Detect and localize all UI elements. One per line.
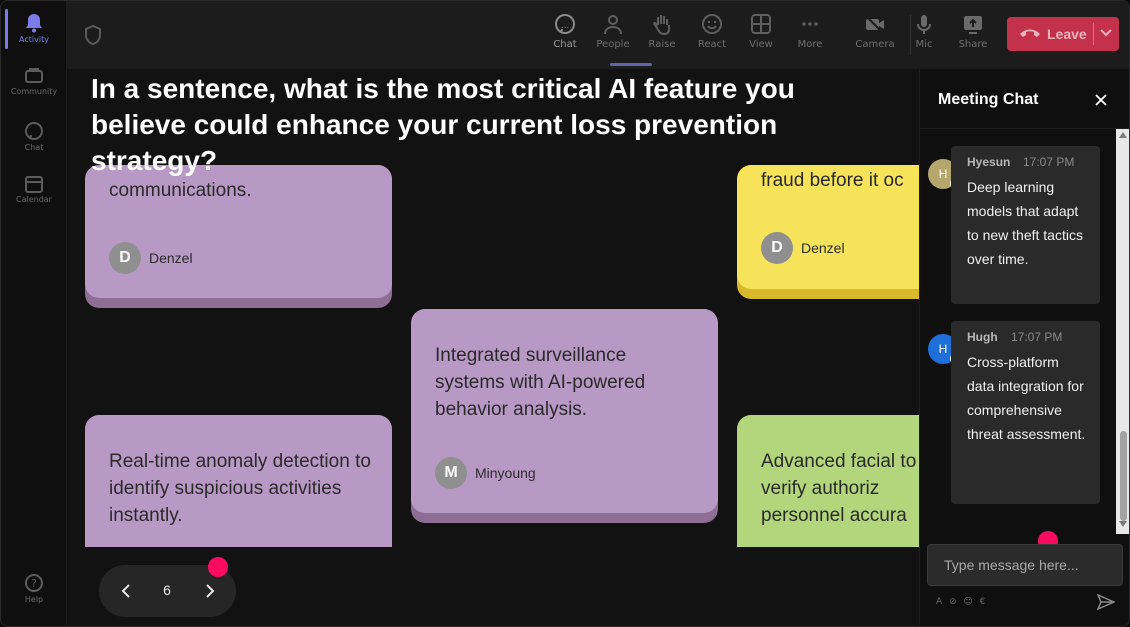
question-title: In a sentence, what is the most critical… (91, 73, 795, 176)
people-label: People (596, 39, 630, 50)
meeting-chat-panel: Meeting Chat H Hyesun 17:07 PM Deep lear… (919, 69, 1129, 626)
app-rail: Activity Community Chat Calendar ? Help (1, 1, 67, 626)
card-text: Advanced facial to verify authoriz perso… (761, 451, 917, 526)
board-stage: In a sentence, what is the most critical… (67, 69, 919, 626)
message-input[interactable] (928, 545, 1124, 585)
rail-label: Community (10, 87, 58, 96)
chat-header: Meeting Chat (920, 69, 1129, 129)
cursor-marker (208, 557, 228, 577)
meeting-toolbar: ... Chat People Raise React View More Ca… (67, 1, 1129, 69)
author-name: Minyoung (475, 465, 536, 481)
scrollbar-thumb[interactable] (1120, 431, 1127, 521)
rail-label: Chat (24, 143, 44, 152)
card-author: D Denzel (761, 232, 845, 264)
chevron-right-icon[interactable] (201, 582, 219, 600)
scroll-down-arrow-icon[interactable] (1119, 521, 1127, 527)
response-card[interactable]: Integrated surveillance systems with AI-… (411, 309, 718, 523)
react-button[interactable]: React (689, 13, 735, 50)
view-button[interactable]: View (738, 13, 784, 50)
avatar: D (761, 232, 793, 264)
chevron-down-icon[interactable] (1099, 28, 1113, 38)
rail-item-chat[interactable]: Chat (1, 121, 67, 152)
people-icon (604, 15, 622, 35)
people-button[interactable]: People (590, 13, 636, 50)
svg-text:?: ? (31, 577, 37, 590)
rail-label: Activity (19, 35, 49, 44)
raise-label: Raise (648, 39, 676, 50)
mic-icon (917, 15, 931, 34)
help-icon: ? (25, 574, 43, 592)
share-button[interactable]: Share (950, 13, 996, 50)
card-text: Real-time anomaly detection to identify … (109, 451, 371, 526)
active-tab-underline (610, 63, 652, 66)
leave-button[interactable]: Leave (1007, 17, 1119, 51)
response-card[interactable]: communications. D Denzel (85, 165, 392, 308)
smiley-icon (702, 14, 722, 34)
raise-hand-button[interactable]: Raise (639, 13, 685, 50)
chat-icon (25, 122, 43, 140)
message-author: Hyesun (967, 155, 1011, 169)
close-icon[interactable] (1094, 93, 1108, 107)
share-screen-icon (964, 16, 982, 34)
mic-button[interactable]: Mic (901, 13, 947, 50)
card-text: Integrated surveillance systems with AI-… (435, 345, 646, 420)
response-card[interactable]: fraud before it oc D Denzel (737, 165, 919, 299)
rail-item-activity[interactable]: Activity (1, 13, 67, 44)
message-time: 17:07 PM (1023, 155, 1075, 169)
chat-icon: ... (555, 14, 575, 34)
message-compose-box (927, 544, 1124, 586)
camera-label: Camera (855, 39, 895, 50)
more-icon (802, 22, 818, 26)
share-label: Share (958, 39, 988, 50)
hang-up-icon (1020, 29, 1040, 37)
card-author: M Minyoung (435, 457, 536, 489)
chat-title: Meeting Chat (938, 91, 1039, 108)
chevron-left-icon[interactable] (117, 582, 135, 600)
message-text: Deep learning models that adapt to new t… (967, 179, 1083, 267)
send-icon[interactable] (1097, 594, 1115, 610)
react-label: React (697, 39, 727, 50)
format-tools[interactable]: A ⊘ ☺ € (936, 597, 987, 607)
grid-icon (751, 14, 771, 34)
camera-button[interactable]: Camera (852, 13, 898, 50)
camera-off-icon (865, 15, 884, 34)
community-icon (25, 68, 43, 83)
message-time: 17:07 PM (1011, 330, 1063, 344)
message-author: Hugh (967, 330, 998, 344)
mic-label: Mic (915, 39, 933, 50)
author-name: Denzel (149, 250, 193, 266)
rail-label: Help (24, 595, 44, 604)
avatar: M (435, 457, 467, 489)
rail-item-help[interactable]: ? Help (1, 573, 67, 604)
rail-item-calendar[interactable]: Calendar (1, 175, 67, 204)
leave-divider (1093, 23, 1094, 45)
avatar: D (109, 242, 141, 274)
more-button[interactable]: More (787, 13, 833, 50)
calendar-icon (25, 176, 43, 193)
meeting-window: Activity Community Chat Calendar ? Help … (0, 0, 1130, 627)
hand-icon (653, 15, 670, 35)
message-text: Cross-platform data integration for comp… (967, 354, 1086, 442)
rail-label: Calendar (16, 195, 52, 204)
page-number: 6 (163, 582, 171, 598)
svg-text:...: ... (561, 21, 570, 31)
bell-icon (26, 14, 42, 33)
card-text: communications. (109, 180, 252, 201)
card-author: D Denzel (109, 242, 193, 274)
shield-icon (85, 25, 101, 45)
author-name: Denzel (801, 240, 845, 256)
chat-button[interactable]: ... Chat (542, 13, 588, 50)
chat-message: Hugh 17:07 PM Cross-platform data integr… (951, 321, 1100, 504)
more-label: More (797, 39, 823, 50)
leave-label: Leave (1047, 26, 1087, 42)
rail-item-community[interactable]: Community (1, 67, 67, 96)
chat-message: Hyesun 17:07 PM Deep learning models tha… (951, 146, 1100, 304)
scroll-up-arrow-icon[interactable] (1119, 132, 1127, 138)
chat-label: Chat (553, 39, 577, 50)
view-label: View (749, 39, 773, 50)
